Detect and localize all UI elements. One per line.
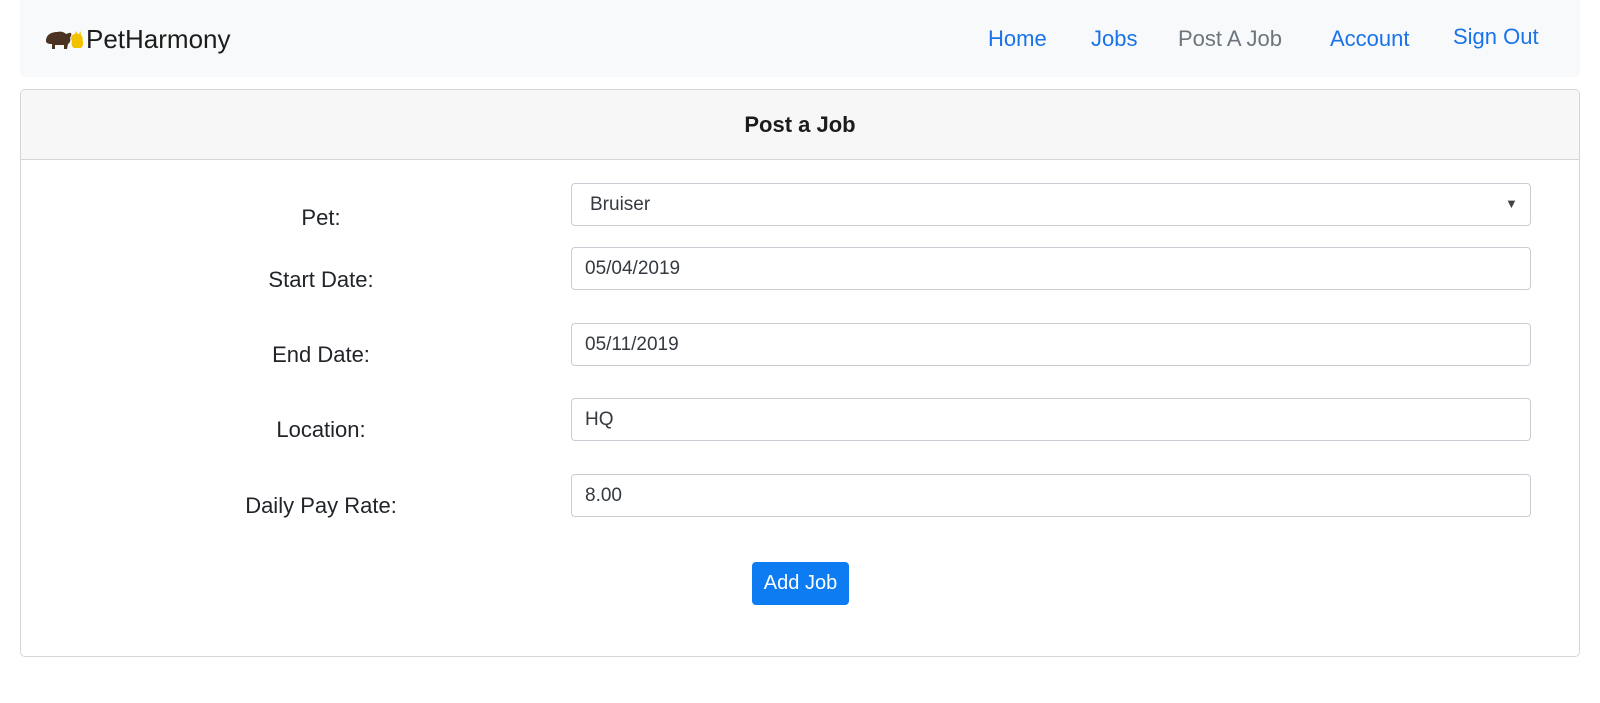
pet-row: Pet: Bruiser ▼	[21, 183, 1579, 230]
pet-label: Pet:	[301, 205, 341, 230]
start-date-input[interactable]	[571, 247, 1531, 290]
start-date-row: Start Date:	[21, 247, 1579, 292]
location-row: Location:	[21, 398, 1579, 442]
nav-jobs[interactable]: Jobs	[1091, 24, 1137, 54]
location-label: Location:	[276, 417, 366, 442]
brand-link[interactable]: PetHarmony	[44, 20, 231, 58]
nav-post-a-job[interactable]: Post A Job	[1178, 24, 1282, 54]
end-date-input[interactable]	[571, 323, 1531, 366]
add-job-button[interactable]: Add Job	[752, 562, 849, 605]
location-input[interactable]	[571, 398, 1531, 441]
daily-pay-rate-label: Daily Pay Rate:	[245, 493, 397, 518]
card-title: Post a Job	[21, 90, 1579, 160]
nav-account[interactable]: Account	[1330, 24, 1410, 54]
nav-home[interactable]: Home	[988, 24, 1047, 54]
brand-name: PetHarmony	[86, 24, 231, 54]
bear-and-cat-logo-icon	[46, 31, 84, 49]
post-job-card: Post a Job Pet: Bruiser ▼ Start Date: En…	[20, 89, 1580, 657]
top-navbar: PetHarmony Home Jobs Post A Job Account …	[20, 0, 1580, 77]
nav-sign-out[interactable]: Sign Out	[1453, 22, 1539, 52]
daily-pay-rate-input[interactable]	[571, 474, 1531, 517]
end-date-row: End Date:	[21, 323, 1579, 367]
pet-select[interactable]: Bruiser	[571, 183, 1531, 226]
end-date-label: End Date:	[272, 342, 370, 367]
daily-pay-rate-row: Daily Pay Rate:	[21, 474, 1579, 518]
start-date-label: Start Date:	[268, 267, 374, 292]
